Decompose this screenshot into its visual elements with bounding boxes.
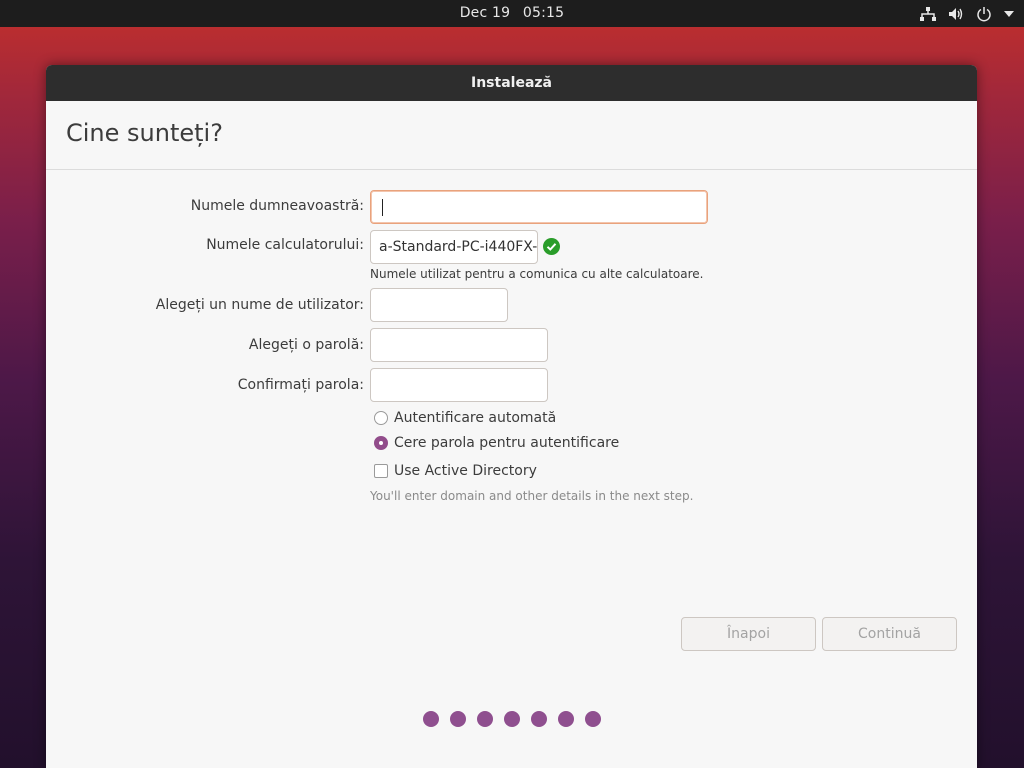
- installer-window: Instalează Cine sunteți? Numele dumneavo…: [46, 65, 977, 768]
- divider: [46, 169, 977, 170]
- auto-login-label: Autentificare automată: [394, 410, 557, 426]
- computer-name-hint: Numele utilizat pentru a comunica cu alt…: [370, 267, 704, 281]
- computer-name-input[interactable]: a-Standard-PC-i440FX-: [370, 230, 538, 264]
- name-label: Numele dumneavoastră:: [190, 198, 364, 214]
- active-directory-checkbox[interactable]: [374, 464, 388, 478]
- require-password-radio[interactable]: [374, 436, 388, 450]
- volume-icon[interactable]: [948, 7, 964, 21]
- continue-button[interactable]: Continuă: [822, 617, 957, 651]
- clock-date: Dec 19: [459, 5, 511, 21]
- progress-dot: [504, 711, 520, 727]
- active-directory-hint: You'll enter domain and other details in…: [370, 489, 694, 503]
- top-bar: Dec 19 05:15: [0, 0, 1024, 27]
- network-icon[interactable]: [920, 6, 936, 21]
- username-label: Alegeți un nume de utilizator:: [155, 297, 364, 313]
- active-directory-label: Use Active Directory: [394, 463, 537, 479]
- require-password-label: Cere parola pentru autentificare: [394, 435, 620, 451]
- progress-dot: [477, 711, 493, 727]
- progress-dot: [558, 711, 574, 727]
- password-label: Alegeți o parolă:: [248, 337, 364, 353]
- password-input[interactable]: [370, 328, 548, 362]
- progress-dot: [585, 711, 601, 727]
- auto-login-option[interactable]: Autentificare automată: [374, 410, 556, 426]
- progress-dot: [423, 711, 439, 727]
- username-input[interactable]: [370, 288, 508, 322]
- active-directory-option[interactable]: Use Active Directory: [374, 463, 537, 479]
- window-title: Instalează: [46, 65, 977, 101]
- power-icon[interactable]: [976, 6, 992, 22]
- checkmark-icon: [543, 238, 560, 259]
- back-button[interactable]: Înapoi: [681, 617, 816, 651]
- progress-dot: [450, 711, 466, 727]
- menu-arrow-icon[interactable]: [1004, 10, 1014, 17]
- name-input[interactable]: [370, 190, 708, 224]
- progress-dots: [423, 711, 601, 727]
- confirm-password-label: Confirmați parola:: [237, 377, 364, 393]
- progress-dot: [531, 711, 547, 727]
- clock[interactable]: Dec 19 05:15: [0, 0, 1024, 27]
- computer-name-label: Numele calculatorului:: [206, 237, 364, 253]
- auto-login-radio[interactable]: [374, 411, 388, 425]
- system-tray[interactable]: [920, 0, 1014, 27]
- page-title: Cine sunteți?: [66, 119, 223, 147]
- confirm-password-input[interactable]: [370, 368, 548, 402]
- clock-time: 05:15: [522, 5, 565, 21]
- require-password-option[interactable]: Cere parola pentru autentificare: [374, 435, 619, 451]
- text-caret: [382, 199, 383, 216]
